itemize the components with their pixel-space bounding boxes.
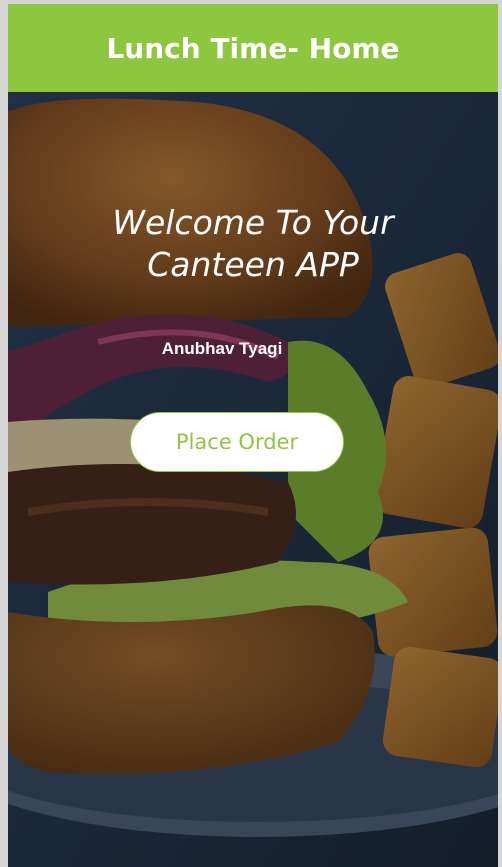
place-order-button[interactable]: Place Order: [130, 412, 344, 472]
page-title: Lunch Time- Home: [106, 31, 400, 65]
app-header: Lunch Time- Home: [8, 4, 498, 92]
hero-section: Welcome To Your Canteen APP Anubhav Tyag…: [8, 92, 498, 867]
welcome-line-2: Canteen APP: [147, 245, 359, 284]
app-frame: Lunch Time- Home Welcome To Your Canteen…: [8, 4, 498, 867]
user-name: Anubhav Tyagi: [161, 339, 283, 358]
welcome-line-1: Welcome To Your: [112, 203, 394, 242]
welcome-heading: Welcome To Your Canteen APP: [8, 202, 498, 286]
